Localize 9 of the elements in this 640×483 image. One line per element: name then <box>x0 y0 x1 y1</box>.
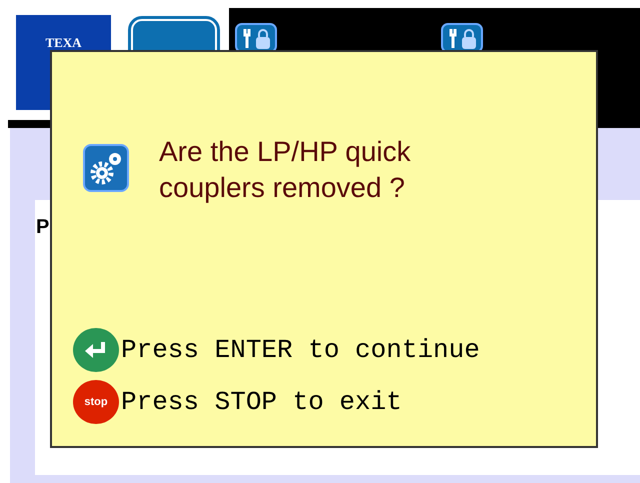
stop-icon: stop <box>73 380 119 424</box>
question-text: Are the LP/HP quick couplers removed ? <box>159 135 412 205</box>
instruction-text: Press STOP to exit <box>121 387 402 417</box>
instruction-text: Press ENTER to continue <box>121 335 480 365</box>
tools-lock-icon[interactable] <box>235 23 277 53</box>
gears-icon <box>83 144 129 192</box>
panel-text: P <box>36 216 50 238</box>
tools-lock-icon[interactable] <box>441 23 483 53</box>
enter-icon <box>73 328 119 372</box>
